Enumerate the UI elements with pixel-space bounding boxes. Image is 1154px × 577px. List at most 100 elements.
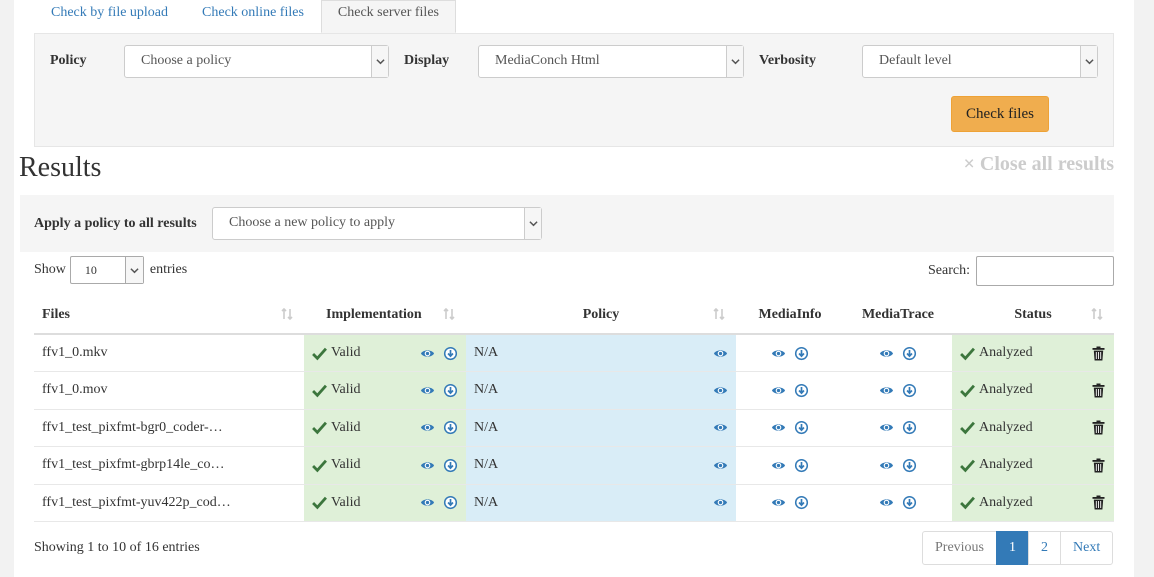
policy-select-value: Choose a policy: [141, 53, 232, 68]
download-icon[interactable]: [902, 383, 917, 398]
table-row: ffv1_test_pixfmt-yuv422p_cod… Valid N/A Ana…: [34, 484, 1114, 522]
tab-file-upload[interactable]: Check by file upload: [34, 0, 185, 33]
column-label: Implementation: [326, 306, 422, 322]
download-icon[interactable]: [902, 458, 917, 473]
eye-icon[interactable]: [713, 495, 728, 510]
eye-icon[interactable]: [771, 420, 786, 435]
pagination-previous[interactable]: Previous: [922, 531, 997, 565]
trash-icon[interactable]: [1091, 346, 1106, 361]
trash-icon[interactable]: [1091, 495, 1106, 510]
sort-icon: [442, 307, 456, 326]
check-icon: [960, 458, 975, 473]
display-select[interactable]: MediaConch Html: [478, 45, 744, 78]
mediainfo-cell: [736, 334, 844, 372]
apply-policy-bar: Apply a policy to all results Choose a n…: [20, 195, 1114, 252]
eye-icon[interactable]: [879, 420, 894, 435]
eye-icon[interactable]: [771, 346, 786, 361]
column-label: Status: [1014, 306, 1052, 322]
check-files-button[interactable]: Check files: [951, 96, 1049, 132]
download-icon[interactable]: [443, 495, 458, 510]
download-icon[interactable]: [443, 458, 458, 473]
check-icon: [960, 495, 975, 510]
trash-icon[interactable]: [1091, 458, 1106, 473]
file-name-cell: ffv1_test_pixfmt-bgr0_coder-…: [34, 409, 304, 447]
implementation-result: Valid: [331, 382, 361, 398]
chevron-down-icon: [371, 46, 388, 77]
eye-icon[interactable]: [879, 458, 894, 473]
results-title: Results: [19, 152, 102, 183]
download-icon[interactable]: [794, 420, 809, 435]
implementation-cell: Valid: [304, 484, 466, 522]
file-name-cell: ffv1_0.mov: [34, 371, 304, 410]
eye-icon[interactable]: [713, 420, 728, 435]
download-icon[interactable]: [794, 458, 809, 473]
tab-online-files[interactable]: Check online files: [185, 0, 321, 33]
file-name-cell: ffv1_test_pixfmt-gbrp14le_co…: [34, 446, 304, 485]
eye-icon[interactable]: [420, 346, 435, 361]
table-row: ffv1_test_pixfmt-bgr0_coder-… Valid N/A Ana…: [34, 409, 1114, 447]
trash-icon[interactable]: [1091, 383, 1106, 398]
check-icon: [312, 458, 327, 473]
apply-policy-select[interactable]: Choose a new policy to apply: [212, 207, 542, 240]
verbosity-select-value: Default level: [879, 53, 952, 68]
entries-select-value: 10: [84, 263, 97, 277]
download-icon[interactable]: [443, 383, 458, 398]
download-icon[interactable]: [443, 420, 458, 435]
download-icon[interactable]: [902, 495, 917, 510]
download-icon[interactable]: [902, 420, 917, 435]
file-name-cell: ffv1_0.mkv: [34, 334, 304, 372]
column-header-mediainfo: MediaInfo: [736, 296, 844, 335]
policy-select[interactable]: Choose a policy: [124, 45, 389, 78]
eye-icon[interactable]: [420, 458, 435, 473]
eye-icon[interactable]: [879, 346, 894, 361]
tab-server-files[interactable]: Check server files: [320, 0, 456, 33]
chevron-down-icon: [124, 257, 143, 283]
download-icon[interactable]: [443, 346, 458, 361]
verbosity-select[interactable]: Default level: [862, 45, 1098, 78]
eye-icon[interactable]: [771, 383, 786, 398]
download-icon[interactable]: [902, 346, 917, 361]
mediatrace-cell: [844, 484, 952, 522]
table-header-row: Files Implementation Policy MediaInfo Me…: [34, 296, 1114, 335]
eye-icon[interactable]: [713, 458, 728, 473]
status-result: Analyzed: [979, 382, 1033, 398]
status-result: Analyzed: [979, 345, 1033, 360]
download-icon[interactable]: [794, 383, 809, 398]
column-header-implementation[interactable]: Implementation: [304, 296, 466, 335]
policy-cell: N/A: [466, 371, 736, 410]
policy-result: N/A: [474, 494, 499, 510]
close-all-results-button[interactable]: × Close all results: [964, 153, 1114, 176]
table-row: ffv1_test_pixfmt-gbrp14le_co… Valid N/A Ana…: [34, 446, 1114, 485]
pagination-page-2[interactable]: 2: [1028, 531, 1061, 565]
eye-icon[interactable]: [879, 383, 894, 398]
column-header-mediatrace: MediaTrace: [844, 296, 952, 335]
apply-policy-select-value: Choose a new policy to apply: [229, 215, 396, 230]
eye-icon[interactable]: [713, 383, 728, 398]
eye-icon[interactable]: [420, 495, 435, 510]
eye-icon[interactable]: [771, 458, 786, 473]
eye-icon[interactable]: [420, 383, 435, 398]
policy-cell: N/A: [466, 446, 736, 485]
column-header-files[interactable]: Files: [34, 296, 304, 335]
display-label: Display: [404, 53, 450, 68]
search-input[interactable]: [976, 256, 1114, 286]
mediatrace-cell: [844, 371, 952, 410]
entries-label: entries: [149, 262, 188, 277]
download-icon[interactable]: [794, 495, 809, 510]
eye-icon[interactable]: [420, 420, 435, 435]
eye-icon[interactable]: [771, 495, 786, 510]
policy-result: N/A: [474, 382, 499, 398]
results-table: Files Implementation Policy MediaInfo Me…: [34, 296, 1114, 522]
download-icon[interactable]: [794, 346, 809, 361]
pagination-next[interactable]: Next: [1060, 531, 1114, 565]
file-name: ffv1_test_pixfmt-bgr0_coder-…: [42, 419, 223, 435]
policy-cell: N/A: [466, 484, 736, 522]
eye-icon[interactable]: [879, 495, 894, 510]
trash-icon[interactable]: [1091, 420, 1106, 435]
entries-select[interactable]: 10: [69, 256, 144, 284]
page: Check by file upload Check online files …: [14, 0, 1134, 577]
column-header-status[interactable]: Status: [952, 296, 1114, 335]
eye-icon[interactable]: [713, 346, 728, 361]
column-header-policy[interactable]: Policy: [466, 296, 736, 335]
pagination-page-1[interactable]: 1: [996, 531, 1029, 565]
